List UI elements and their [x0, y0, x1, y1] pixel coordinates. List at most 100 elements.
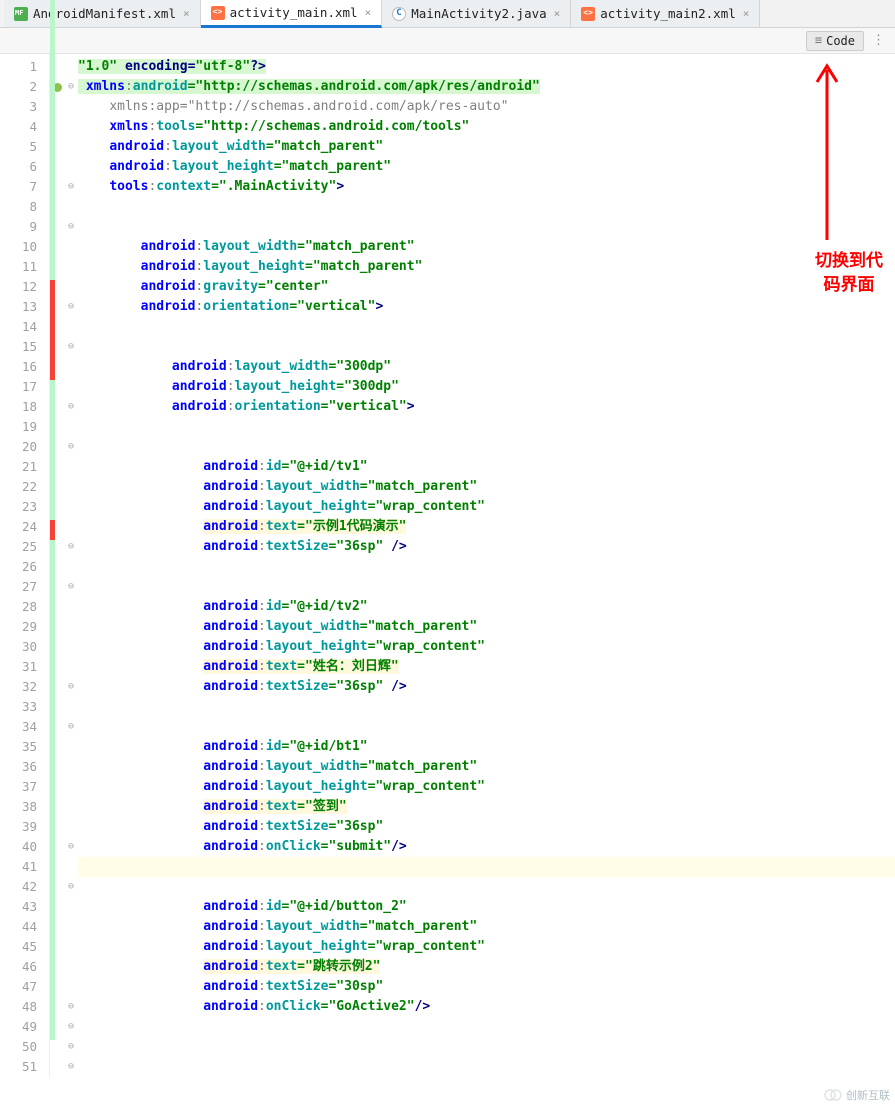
- code-line[interactable]: "1.0" encoding="utf-8"?>: [78, 57, 895, 77]
- line-number[interactable]: 17: [0, 377, 37, 397]
- line-number[interactable]: 34: [0, 717, 37, 737]
- fold-toggle[interactable]: [64, 637, 78, 657]
- code-line[interactable]: xmlns:android="http://schemas.android.co…: [78, 77, 895, 97]
- fold-toggle[interactable]: ⊖: [64, 1017, 78, 1037]
- fold-toggle[interactable]: ⊖: [64, 537, 78, 557]
- fold-toggle[interactable]: ⊖: [64, 297, 78, 317]
- fold-toggle[interactable]: [64, 957, 78, 977]
- line-number[interactable]: 6: [0, 157, 37, 177]
- line-number[interactable]: 42: [0, 877, 37, 897]
- fold-toggle[interactable]: [64, 117, 78, 137]
- line-number[interactable]: 14: [0, 317, 37, 337]
- line-number[interactable]: 20: [0, 437, 37, 457]
- fold-toggle[interactable]: ⊖: [64, 397, 78, 417]
- line-number[interactable]: 36: [0, 757, 37, 777]
- line-number[interactable]: 49: [0, 1017, 37, 1037]
- code-line[interactable]: android:text="签到": [78, 797, 895, 817]
- fold-toggle[interactable]: [64, 317, 78, 337]
- line-number[interactable]: 28: [0, 597, 37, 617]
- code-line[interactable]: [78, 857, 895, 877]
- line-number[interactable]: 21: [0, 457, 37, 477]
- fold-toggle[interactable]: [64, 197, 78, 217]
- line-number[interactable]: 27: [0, 577, 37, 597]
- breakpoint-slot[interactable]: [50, 1037, 64, 1057]
- line-number[interactable]: 35: [0, 737, 37, 757]
- fold-toggle[interactable]: [64, 277, 78, 297]
- code-line[interactable]: android:layout_height="match_parent": [78, 157, 895, 177]
- code-line[interactable]: android:id="@+id/bt1": [78, 737, 895, 757]
- fold-toggle[interactable]: [64, 357, 78, 377]
- fold-toggle[interactable]: [64, 137, 78, 157]
- line-number[interactable]: 8: [0, 197, 37, 217]
- close-icon[interactable]: ×: [743, 7, 750, 20]
- fold-toggle[interactable]: [64, 617, 78, 637]
- fold-toggle[interactable]: [64, 817, 78, 837]
- line-number[interactable]: 11: [0, 257, 37, 277]
- fold-toggle[interactable]: [64, 857, 78, 877]
- code-line[interactable]: android:id="@+id/tv1": [78, 457, 895, 477]
- line-number[interactable]: 39: [0, 817, 37, 837]
- code-line[interactable]: android:id="@+id/tv2": [78, 597, 895, 617]
- tab-activity-main2[interactable]: activity_main2.xml×: [571, 0, 760, 27]
- fold-toggle[interactable]: [64, 777, 78, 797]
- code-view-button[interactable]: ≡Code: [806, 31, 864, 51]
- fold-toggle[interactable]: [64, 797, 78, 817]
- line-number[interactable]: 48: [0, 997, 37, 1017]
- fold-toggle[interactable]: ⊖: [64, 1057, 78, 1077]
- line-number[interactable]: 15: [0, 337, 37, 357]
- fold-toggle[interactable]: [64, 937, 78, 957]
- code-line[interactable]: [78, 557, 895, 577]
- code-area[interactable]: "1.0" encoding="utf-8"?> xmlns:android="…: [78, 54, 895, 1077]
- fold-toggle[interactable]: ⊖: [64, 837, 78, 857]
- line-number[interactable]: 3: [0, 97, 37, 117]
- line-number[interactable]: 43: [0, 897, 37, 917]
- fold-gutter[interactable]: ⊖⊖⊖⊖⊖⊖⊖⊖⊖⊖⊖⊖⊖⊖⊖⊖⊖: [64, 54, 78, 1077]
- tab-main-activity2[interactable]: MainActivity2.java×: [382, 0, 571, 27]
- line-number[interactable]: 40: [0, 837, 37, 857]
- fold-toggle[interactable]: ⊖: [64, 177, 78, 197]
- fold-toggle[interactable]: [64, 497, 78, 517]
- line-number[interactable]: 5: [0, 137, 37, 157]
- code-line[interactable]: android:text="跳转示例2": [78, 957, 895, 977]
- line-number[interactable]: 16: [0, 357, 37, 377]
- line-number[interactable]: 45: [0, 937, 37, 957]
- code-line[interactable]: [78, 877, 895, 897]
- fold-toggle[interactable]: ⊖: [64, 337, 78, 357]
- code-line[interactable]: [78, 317, 895, 337]
- line-number[interactable]: 18: [0, 397, 37, 417]
- code-line[interactable]: android:layout_height="wrap_content": [78, 497, 895, 517]
- fold-toggle[interactable]: ⊖: [64, 877, 78, 897]
- fold-toggle[interactable]: ⊖: [64, 217, 78, 237]
- fold-toggle[interactable]: [64, 377, 78, 397]
- code-line[interactable]: android:orientation="vertical">: [78, 397, 895, 417]
- fold-toggle[interactable]: ⊖: [64, 577, 78, 597]
- fold-toggle[interactable]: [64, 477, 78, 497]
- code-line[interactable]: android:layout_width="300dp": [78, 357, 895, 377]
- line-number[interactable]: 23: [0, 497, 37, 517]
- close-icon[interactable]: ×: [183, 7, 190, 20]
- code-line[interactable]: android:layout_width="match_parent": [78, 237, 895, 257]
- code-line[interactable]: android:layout_height="wrap_content": [78, 777, 895, 797]
- code-line[interactable]: android:text="姓名：刘日辉": [78, 657, 895, 677]
- tab-manifest[interactable]: AndroidManifest.xml×: [4, 0, 201, 27]
- code-line[interactable]: [78, 337, 895, 357]
- fold-toggle[interactable]: [64, 237, 78, 257]
- code-line[interactable]: android:layout_height="300dp": [78, 377, 895, 397]
- close-icon[interactable]: ×: [365, 6, 372, 19]
- line-number[interactable]: 2: [0, 77, 37, 97]
- fold-toggle[interactable]: [64, 157, 78, 177]
- fold-toggle[interactable]: [64, 737, 78, 757]
- code-line[interactable]: android:layout_width="match_parent": [78, 617, 895, 637]
- line-number[interactable]: 33: [0, 697, 37, 717]
- fold-toggle[interactable]: ⊖: [64, 677, 78, 697]
- code-line[interactable]: [78, 437, 895, 457]
- code-line[interactable]: [78, 197, 895, 217]
- line-number[interactable]: 19: [0, 417, 37, 437]
- line-number[interactable]: 12: [0, 277, 37, 297]
- fold-toggle[interactable]: [64, 97, 78, 117]
- line-number[interactable]: 26: [0, 557, 37, 577]
- code-line[interactable]: android:text="示例1代码演示": [78, 517, 895, 537]
- line-number[interactable]: 51: [0, 1057, 37, 1077]
- line-number[interactable]: 44: [0, 917, 37, 937]
- fold-toggle[interactable]: ⊖: [64, 437, 78, 457]
